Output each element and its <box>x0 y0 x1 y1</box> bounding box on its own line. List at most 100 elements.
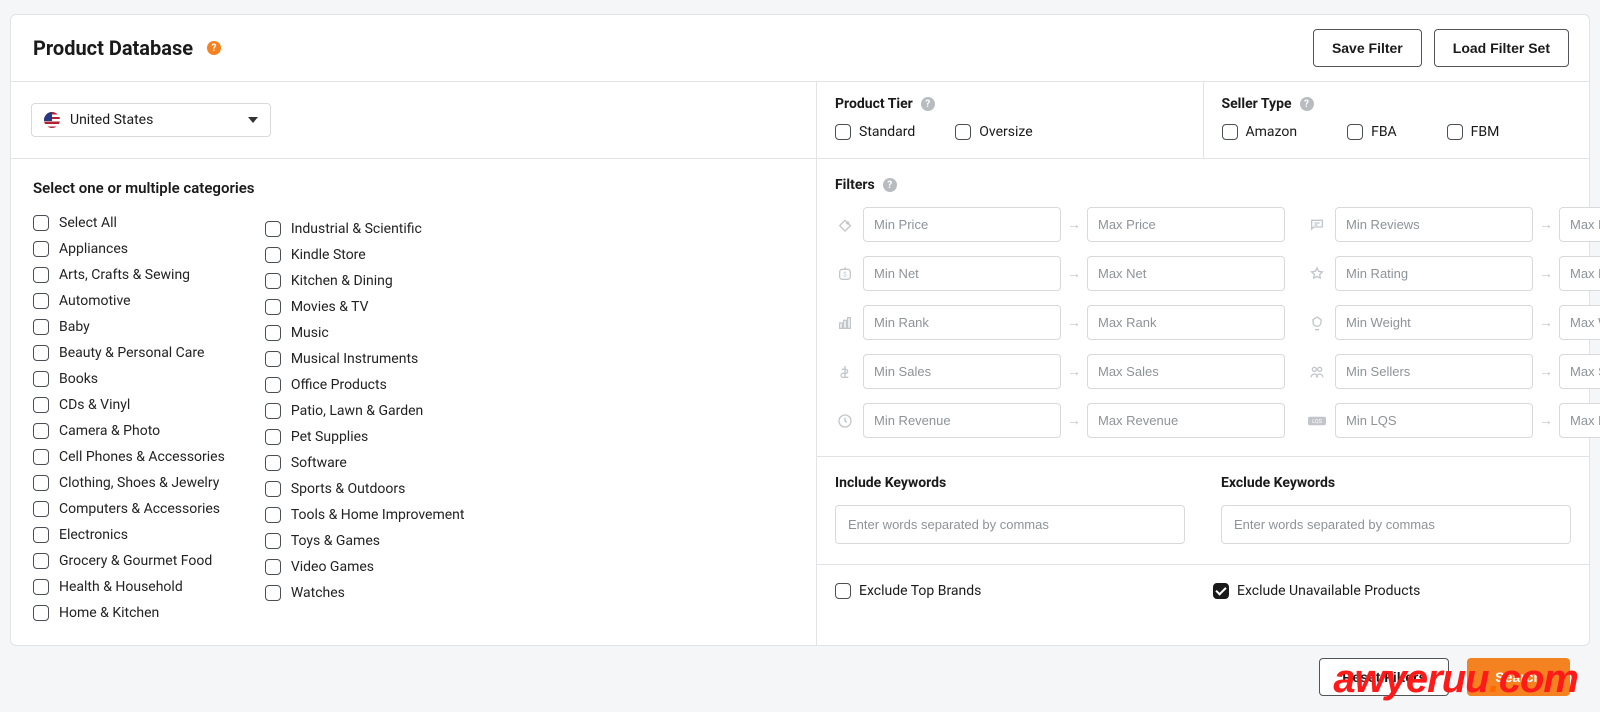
product-tier-oversize[interactable]: Oversize <box>955 124 1032 140</box>
checkbox-icon <box>265 585 281 601</box>
category-label: Watches <box>291 585 345 601</box>
category-toys-games[interactable]: Toys & Games <box>265 533 465 549</box>
category-automotive[interactable]: Automotive <box>33 293 225 309</box>
help-icon[interactable]: ? <box>883 178 897 192</box>
checkbox-icon <box>33 449 49 465</box>
category-label: Tools & Home Improvement <box>291 507 465 523</box>
min-rating-input[interactable] <box>1335 256 1533 291</box>
exclude-unavailable-checkbox[interactable]: Exclude Unavailable Products <box>1213 583 1571 599</box>
category-health-household[interactable]: Health & Household <box>33 579 225 595</box>
arrow-right-icon: → <box>1539 265 1553 282</box>
min-revenue-input[interactable] <box>863 403 1061 438</box>
product-tier-standard[interactable]: Standard <box>835 124 915 140</box>
category-electronics[interactable]: Electronics <box>33 527 225 543</box>
max-rank-input[interactable] <box>1087 305 1285 340</box>
min-sales-input[interactable] <box>863 354 1061 389</box>
category-home-kitchen[interactable]: Home & Kitchen <box>33 605 225 621</box>
product-tier-panel: Product Tier ? StandardOversize <box>817 82 1203 158</box>
filter-row-revenue: → <box>835 403 1285 438</box>
checkbox-icon <box>265 533 281 549</box>
filter-row-price: → <box>835 207 1285 242</box>
category-beauty-personal-care[interactable]: Beauty & Personal Care <box>33 345 225 361</box>
checkbox-icon <box>835 583 851 599</box>
seller-type-amazon[interactable]: Amazon <box>1222 124 1298 140</box>
category-grocery-gourmet-food[interactable]: Grocery & Gourmet Food <box>33 553 225 569</box>
checkbox-icon <box>265 403 281 419</box>
dollar-icon <box>835 364 855 380</box>
category-baby[interactable]: Baby <box>33 319 225 335</box>
max-weight-input[interactable] <box>1559 305 1600 340</box>
category-pet-supplies[interactable]: Pet Supplies <box>265 429 465 445</box>
category-arts-crafts-sewing[interactable]: Arts, Crafts & Sewing <box>33 267 225 283</box>
min-net-input[interactable] <box>863 256 1061 291</box>
max-revenue-input[interactable] <box>1087 403 1285 438</box>
search-button[interactable]: Search <box>1467 658 1570 696</box>
checkbox-icon <box>1222 124 1238 140</box>
category-cds-vinyl[interactable]: CDs & Vinyl <box>33 397 225 413</box>
help-icon[interactable]: ? <box>921 97 935 111</box>
category-select-all[interactable]: Select All <box>33 215 225 231</box>
option-label: FBM <box>1471 124 1500 140</box>
min-reviews-input[interactable] <box>1335 207 1533 242</box>
option-label: FBA <box>1371 124 1397 140</box>
min-lqs-input[interactable] <box>1335 403 1533 438</box>
country-select[interactable]: United States <box>31 103 271 137</box>
reset-filters-button[interactable]: Reset Filters <box>1319 658 1449 696</box>
seller-type-fba[interactable]: FBA <box>1347 124 1397 140</box>
category-watches[interactable]: Watches <box>265 585 465 601</box>
category-movies-tv[interactable]: Movies & TV <box>265 299 465 315</box>
min-sellers-input[interactable] <box>1335 354 1533 389</box>
max-lqs-input[interactable] <box>1559 403 1600 438</box>
max-reviews-input[interactable] <box>1559 207 1600 242</box>
min-price-input[interactable] <box>863 207 1061 242</box>
category-appliances[interactable]: Appliances <box>33 241 225 257</box>
filter-row-lqs: LQS→ <box>1307 403 1600 438</box>
category-kitchen-dining[interactable]: Kitchen & Dining <box>265 273 465 289</box>
seller-type-fbm[interactable]: FBM <box>1447 124 1500 140</box>
max-price-input[interactable] <box>1087 207 1285 242</box>
checkbox-icon <box>33 319 49 335</box>
category-label: Select All <box>59 215 117 231</box>
category-patio-lawn-garden[interactable]: Patio, Lawn & Garden <box>265 403 465 419</box>
filter-row-rating: → <box>1307 256 1600 291</box>
category-books[interactable]: Books <box>33 371 225 387</box>
checkbox-icon <box>265 455 281 471</box>
category-music[interactable]: Music <box>265 325 465 341</box>
max-rating-input[interactable] <box>1559 256 1600 291</box>
category-industrial-scientific[interactable]: Industrial & Scientific <box>265 221 465 237</box>
category-label: Beauty & Personal Care <box>59 345 204 361</box>
category-office-products[interactable]: Office Products <box>265 377 465 393</box>
category-camera-photo[interactable]: Camera & Photo <box>33 423 225 439</box>
max-sellers-input[interactable] <box>1559 354 1600 389</box>
save-filter-button[interactable]: Save Filter <box>1313 29 1422 67</box>
category-kindle-store[interactable]: Kindle Store <box>265 247 465 263</box>
checkbox-icon <box>265 377 281 393</box>
max-sales-input[interactable] <box>1087 354 1285 389</box>
category-clothing-shoes-jewelry[interactable]: Clothing, Shoes & Jewelry <box>33 475 225 491</box>
arrow-right-icon: → <box>1067 216 1081 233</box>
checkbox-icon <box>265 247 281 263</box>
category-musical-instruments[interactable]: Musical Instruments <box>265 351 465 367</box>
exclude-top-brands-checkbox[interactable]: Exclude Top Brands <box>835 583 1193 599</box>
category-software[interactable]: Software <box>265 455 465 471</box>
category-label: Health & Household <box>59 579 183 595</box>
category-video-games[interactable]: Video Games <box>265 559 465 575</box>
checkbox-icon <box>33 293 49 309</box>
weight-icon <box>1307 315 1327 331</box>
min-rank-input[interactable] <box>863 305 1061 340</box>
help-icon[interactable]: ? <box>1300 97 1314 111</box>
category-tools-home-improvement[interactable]: Tools & Home Improvement <box>265 507 465 523</box>
min-weight-input[interactable] <box>1335 305 1533 340</box>
include-keywords-input[interactable] <box>835 505 1185 544</box>
max-net-input[interactable] <box>1087 256 1285 291</box>
category-computers-accessories[interactable]: Computers & Accessories <box>33 501 225 517</box>
revenue-icon <box>835 413 855 429</box>
checkbox-icon <box>955 124 971 140</box>
help-icon[interactable]: ? <box>207 41 221 55</box>
load-filter-set-button[interactable]: Load Filter Set <box>1434 29 1569 67</box>
arrow-right-icon: → <box>1067 265 1081 282</box>
exclude-keywords-input[interactable] <box>1221 505 1571 544</box>
category-cell-phones-accessories[interactable]: Cell Phones & Accessories <box>33 449 225 465</box>
category-sports-outdoors[interactable]: Sports & Outdoors <box>265 481 465 497</box>
filter-row-weight: → <box>1307 305 1600 340</box>
